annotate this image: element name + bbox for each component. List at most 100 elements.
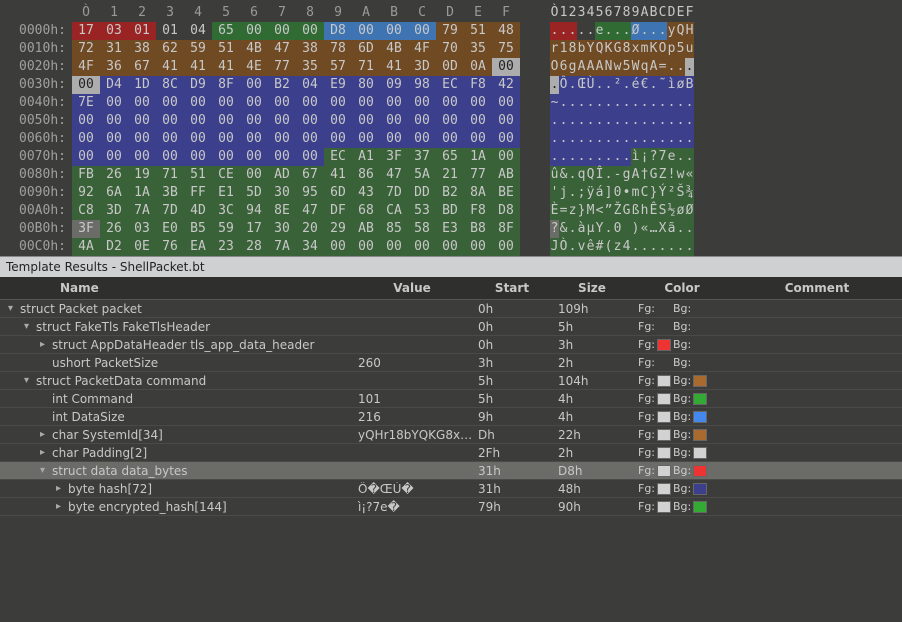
hex-byte[interactable]: FF (184, 184, 212, 202)
hex-byte[interactable]: 43 (352, 184, 380, 202)
hex-byte[interactable]: 00 (408, 130, 436, 148)
hex-byte[interactable]: 7A (268, 238, 296, 256)
hex-byte[interactable]: 70 (436, 40, 464, 58)
hex-ascii-char[interactable]: . (667, 112, 676, 130)
hex-byte[interactable]: 51 (464, 22, 492, 40)
hex-ascii-char[interactable]: « (685, 166, 694, 184)
hex-byte[interactable]: 00 (380, 94, 408, 112)
hex-ascii-char[interactable]: . (658, 130, 667, 148)
hex-ascii-char[interactable]: û (550, 166, 559, 184)
hex-byte[interactable]: 36 (100, 58, 128, 76)
hex-byte[interactable]: 62 (156, 40, 184, 58)
hex-ascii-char[interactable]: W (631, 58, 640, 76)
hex-byte[interactable]: 00 (408, 94, 436, 112)
hex-ascii-char[interactable]: . (559, 112, 568, 130)
hex-ascii-char[interactable]: . (586, 148, 595, 166)
hex-ascii-char[interactable]: . (559, 130, 568, 148)
hex-ascii-char[interactable]: . (613, 130, 622, 148)
hex-ascii-char[interactable]: 6 (559, 58, 568, 76)
tree-row[interactable]: int Command1015h4hFg:Bg: (0, 390, 902, 408)
hex-ascii-char[interactable]: . (649, 130, 658, 148)
hex-byte[interactable]: 04 (184, 22, 212, 40)
hex-ascii-char[interactable]: . (649, 112, 658, 130)
hex-ascii-char[interactable]: Ý (658, 184, 667, 202)
hex-ascii-char[interactable]: ½ (667, 202, 676, 220)
hex-ascii-char[interactable]: . (685, 130, 694, 148)
hex-ascii-char[interactable]: . (568, 184, 577, 202)
hex-ascii-char[interactable]: ' (550, 184, 559, 202)
hex-ascii-char[interactable]: ¡ (640, 148, 649, 166)
hex-ascii-char[interactable]: A (577, 58, 586, 76)
hex-ascii-char[interactable]: . (604, 76, 613, 94)
hex-ascii-char[interactable]: A (649, 58, 658, 76)
tree-twisty-icon[interactable]: ▾ (24, 321, 34, 332)
hex-byte[interactable]: 34 (296, 238, 324, 256)
hex-ascii-char[interactable]: . (586, 130, 595, 148)
hex-byte[interactable]: 00 (380, 22, 408, 40)
hex-byte[interactable]: 00 (492, 238, 520, 256)
hex-byte[interactable]: 01 (128, 22, 156, 40)
tree-twisty-icon[interactable]: ▾ (40, 465, 50, 476)
hex-byte[interactable]: 7A (128, 202, 156, 220)
hex-byte[interactable]: DF (324, 202, 352, 220)
hex-byte[interactable]: 75 (492, 40, 520, 58)
hex-byte[interactable]: 3D (100, 202, 128, 220)
hex-byte[interactable]: 3F (380, 148, 408, 166)
hex-ascii-char[interactable]: g (568, 58, 577, 76)
hex-byte[interactable]: BE (492, 184, 520, 202)
hex-ascii-char[interactable]: . (595, 94, 604, 112)
hex-byte[interactable]: B2 (436, 184, 464, 202)
hex-byte[interactable]: C8 (72, 202, 100, 220)
hex-ascii-char[interactable]: . (685, 94, 694, 112)
hex-byte[interactable]: 28 (240, 238, 268, 256)
hex-byte[interactable]: 00 (268, 22, 296, 40)
hex-byte[interactable]: 04 (296, 76, 324, 94)
hex-byte[interactable]: 00 (184, 112, 212, 130)
hex-ascii-char[interactable]: . (631, 130, 640, 148)
hex-ascii-char[interactable]: . (676, 112, 685, 130)
hex-byte[interactable]: 29 (324, 220, 352, 238)
hex-ascii-char[interactable]: m (640, 40, 649, 58)
col-header-color[interactable]: Color (632, 277, 732, 299)
hex-byte[interactable]: 00 (352, 238, 380, 256)
hex-ascii-char[interactable]: Ù (586, 76, 595, 94)
hex-byte[interactable]: 00 (436, 94, 464, 112)
hex-ascii-char[interactable]: w (676, 166, 685, 184)
hex-byte[interactable]: 00 (464, 238, 492, 256)
hex-ascii-char[interactable]: . (658, 238, 667, 256)
tree-row[interactable]: ▾struct PacketData command5h104hFg:Bg: (0, 372, 902, 390)
hex-ascii-char[interactable]: G (649, 166, 658, 184)
hex-ascii-char[interactable]: Ø (685, 202, 694, 220)
hex-byte[interactable]: 6D (352, 40, 380, 58)
hex-byte[interactable]: 47 (268, 40, 296, 58)
hex-ascii-char[interactable]: ì (631, 148, 640, 166)
hex-ascii-char[interactable]: « (640, 220, 649, 238)
hex-ascii-char[interactable]: . (676, 148, 685, 166)
hex-ascii-char[interactable]: ¾ (685, 184, 694, 202)
hex-ascii-char[interactable]: à (577, 220, 586, 238)
hex-byte[interactable]: 4E (240, 58, 268, 76)
hex-byte[interactable]: 76 (156, 238, 184, 256)
hex-byte[interactable]: 00 (436, 238, 464, 256)
hex-ascii-char[interactable]: . (631, 238, 640, 256)
tree-row[interactable]: ▸char SystemId[34]yQHr18bYQKG8x…Dh22hFg:… (0, 426, 902, 444)
hex-ascii-char[interactable]: ² (613, 76, 622, 94)
hex-byte[interactable]: 00 (436, 112, 464, 130)
hex-ascii-char[interactable]: . (559, 94, 568, 112)
hex-byte[interactable]: 00 (212, 148, 240, 166)
hex-ascii-char[interactable]: . (676, 58, 685, 76)
hex-ascii-char[interactable]: Î (595, 166, 604, 184)
hex-byte[interactable]: D4 (100, 76, 128, 94)
hex-ascii-char[interactable]: . (568, 148, 577, 166)
hex-ascii-char[interactable]: . (595, 112, 604, 130)
hex-byte[interactable]: 0E (128, 238, 156, 256)
hex-ascii-char[interactable]: ? (550, 220, 559, 238)
hex-byte[interactable]: 00 (268, 112, 296, 130)
hex-ascii-char[interactable]: . (604, 112, 613, 130)
hex-ascii-char[interactable]: ] (604, 184, 613, 202)
hex-byte[interactable]: 00 (380, 112, 408, 130)
hex-byte[interactable]: 68 (352, 202, 380, 220)
hex-ascii-char[interactable]: . (685, 58, 694, 76)
hex-ascii-char[interactable]: H (685, 22, 694, 40)
col-header-name[interactable]: Name (0, 277, 352, 299)
